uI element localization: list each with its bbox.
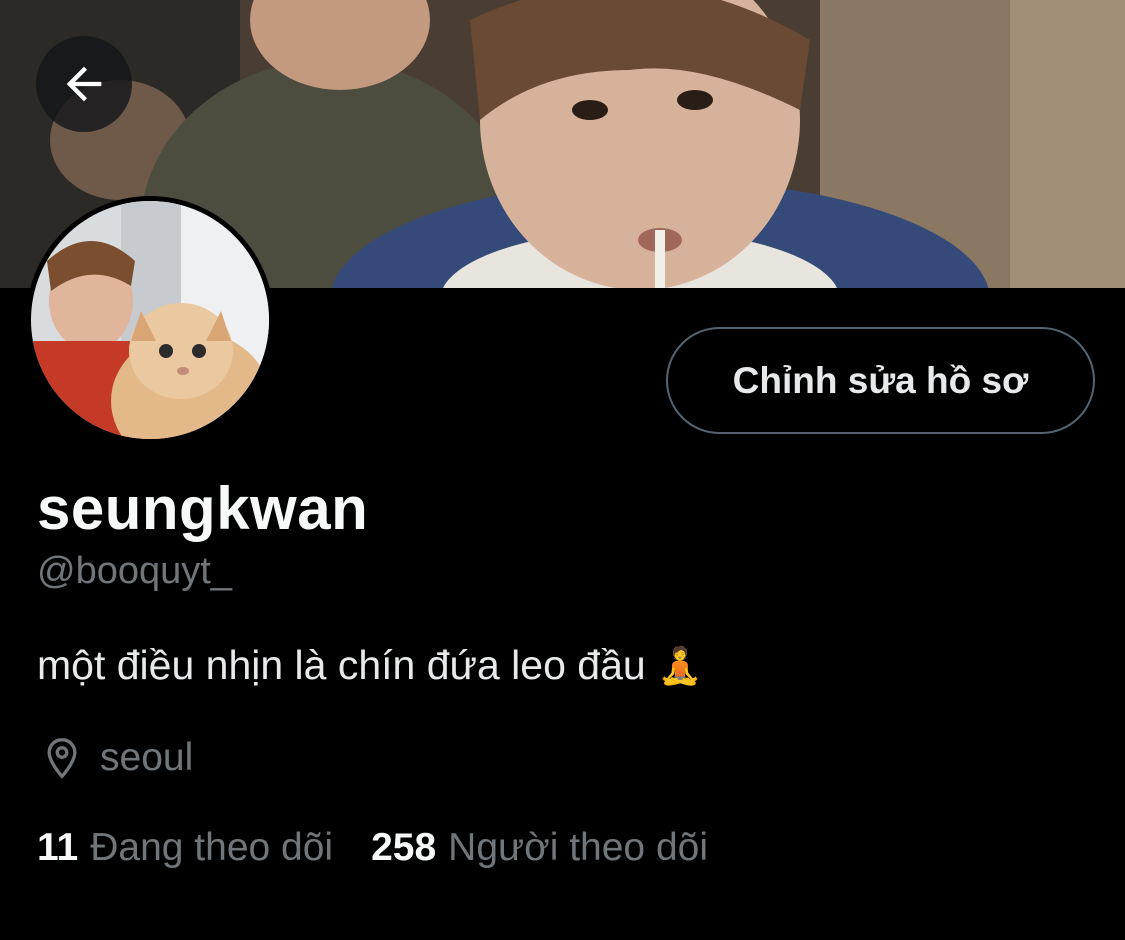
- followers-label: Người theo dõi: [448, 826, 708, 869]
- edit-profile-button[interactable]: Chỉnh sửa hồ sơ: [666, 327, 1095, 434]
- followers-link[interactable]: 258 Người theo dõi: [371, 826, 708, 870]
- profile-bio: một điều nhịn là chín đứa leo đầu 🧘: [37, 642, 703, 689]
- following-count: 11: [37, 826, 79, 869]
- back-button[interactable]: [36, 36, 132, 132]
- back-arrow-icon: [66, 66, 102, 102]
- following-link[interactable]: 11 Đang theo dõi: [37, 826, 333, 870]
- bio-text: một điều nhịn là chín đứa leo đầu: [37, 642, 646, 688]
- location-pin-icon: [47, 738, 77, 779]
- following-label: Đang theo dõi: [90, 826, 334, 869]
- edit-profile-label: Chỉnh sửa hồ sơ: [732, 359, 1029, 401]
- profile-avatar[interactable]: [26, 196, 274, 444]
- avatar-photo: [31, 201, 269, 439]
- location-text: seoul: [100, 736, 194, 779]
- follow-stats: 11 Đang theo dõi 258 Người theo dõi: [37, 826, 708, 870]
- followers-count: 258: [371, 826, 437, 869]
- user-handle: @booquyt_: [37, 550, 232, 592]
- meditation-emoji-icon: 🧘: [657, 644, 703, 686]
- profile-location: seoul: [40, 736, 193, 780]
- display-name: seungkwan: [37, 475, 369, 542]
